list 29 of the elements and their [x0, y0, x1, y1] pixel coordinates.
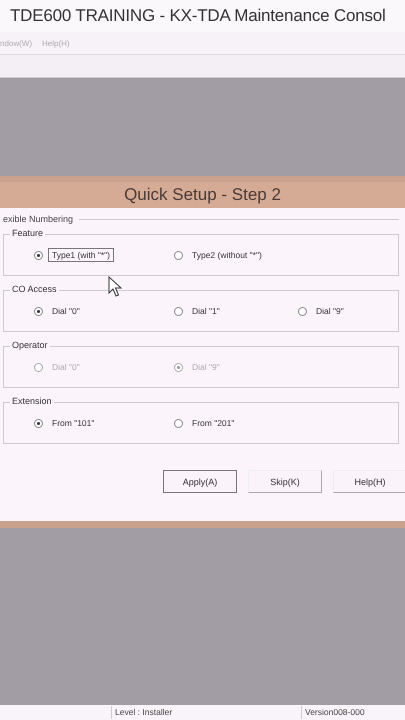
group-label: CO Access [10, 284, 59, 294]
radio-button[interactable] [174, 418, 183, 428]
option-label: Dial "9" [191, 361, 221, 374]
status-text: Version008-000 [301, 706, 365, 719]
status-text: Level : Installer [111, 706, 301, 719]
option-label: Dial "0" [51, 361, 81, 374]
group-label: Extension [10, 396, 54, 406]
option-label[interactable]: Dial "9" [312, 304, 348, 318]
radio-button[interactable] [174, 306, 183, 316]
mouse-pointer-icon [108, 276, 122, 298]
option-label[interactable]: From "201" [188, 416, 238, 430]
radio-button[interactable] [34, 418, 43, 428]
dialog-button[interactable]: Skip(K) [248, 470, 322, 493]
radio-button[interactable] [34, 250, 43, 260]
dialog-title: Quick Setup - Step 2 [0, 182, 405, 208]
group-label: Feature [10, 228, 46, 238]
option-label[interactable]: Dial "0" [48, 304, 84, 318]
group-label: Operator [10, 340, 50, 350]
option-label[interactable]: From "101" [48, 416, 98, 430]
dialog-button[interactable]: Apply(A) [163, 470, 237, 493]
option-label[interactable]: Dial "1" [188, 304, 224, 318]
dialog-button[interactable]: Help(H) [333, 470, 405, 493]
window-title: TDE600 TRAINING - KX-TDA Maintenance Consol [10, 6, 386, 26]
section-label: exible Numbering [3, 214, 74, 224]
radio-button[interactable] [34, 306, 43, 316]
option-label[interactable]: Type2 (without "*") [188, 248, 266, 262]
radio-button[interactable] [174, 250, 183, 260]
radio-button[interactable] [298, 306, 307, 316]
option-label[interactable]: Type1 (with "*") [48, 248, 114, 262]
